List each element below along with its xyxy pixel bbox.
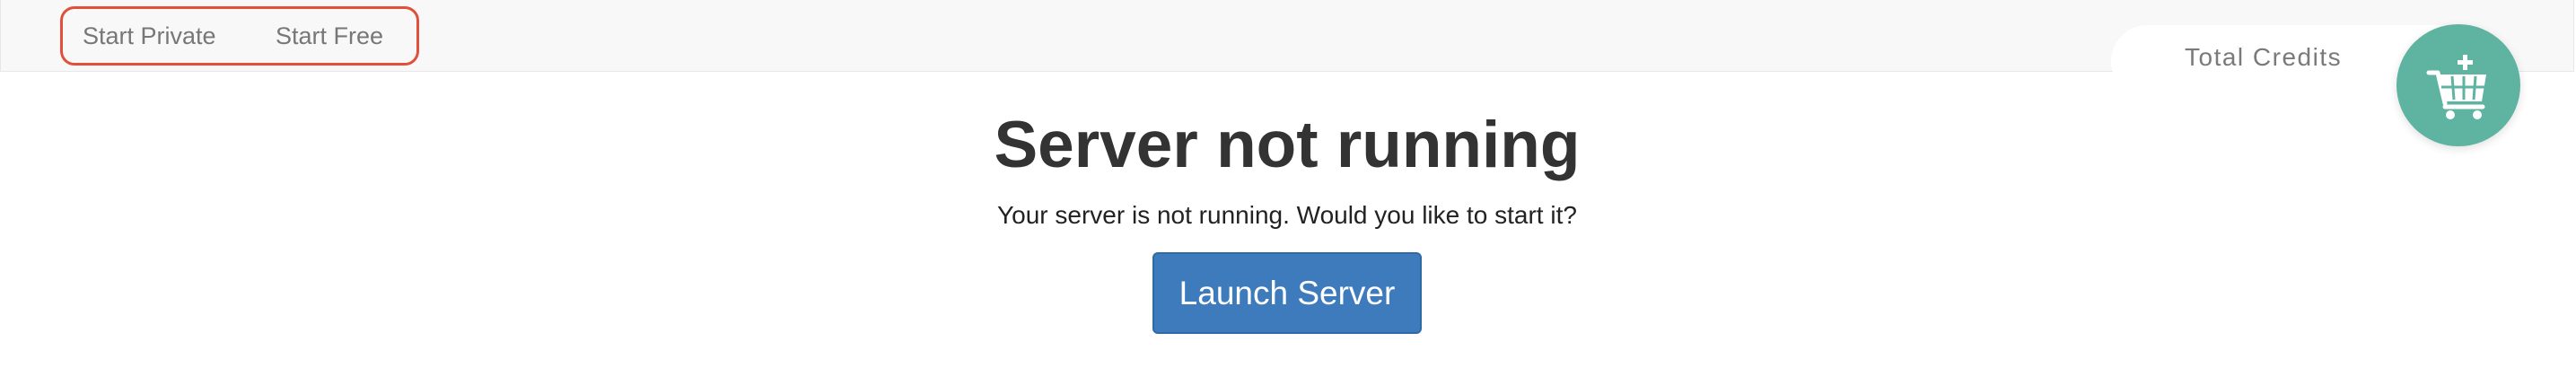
highlighted-nav-group: Start Private Start Free [60,6,419,66]
start-private-link[interactable]: Start Private [83,9,216,63]
server-status-message: Your server is not running. Would you li… [997,201,1577,229]
launch-server-button[interactable]: Launch Server [1152,252,1422,334]
start-free-link[interactable]: Start Free [276,9,383,63]
page-title: Server not running [994,109,1581,181]
page: Start Private Start Free Total Credits S… [0,0,2576,368]
total-credits-label: Total Credits [2185,43,2343,71]
